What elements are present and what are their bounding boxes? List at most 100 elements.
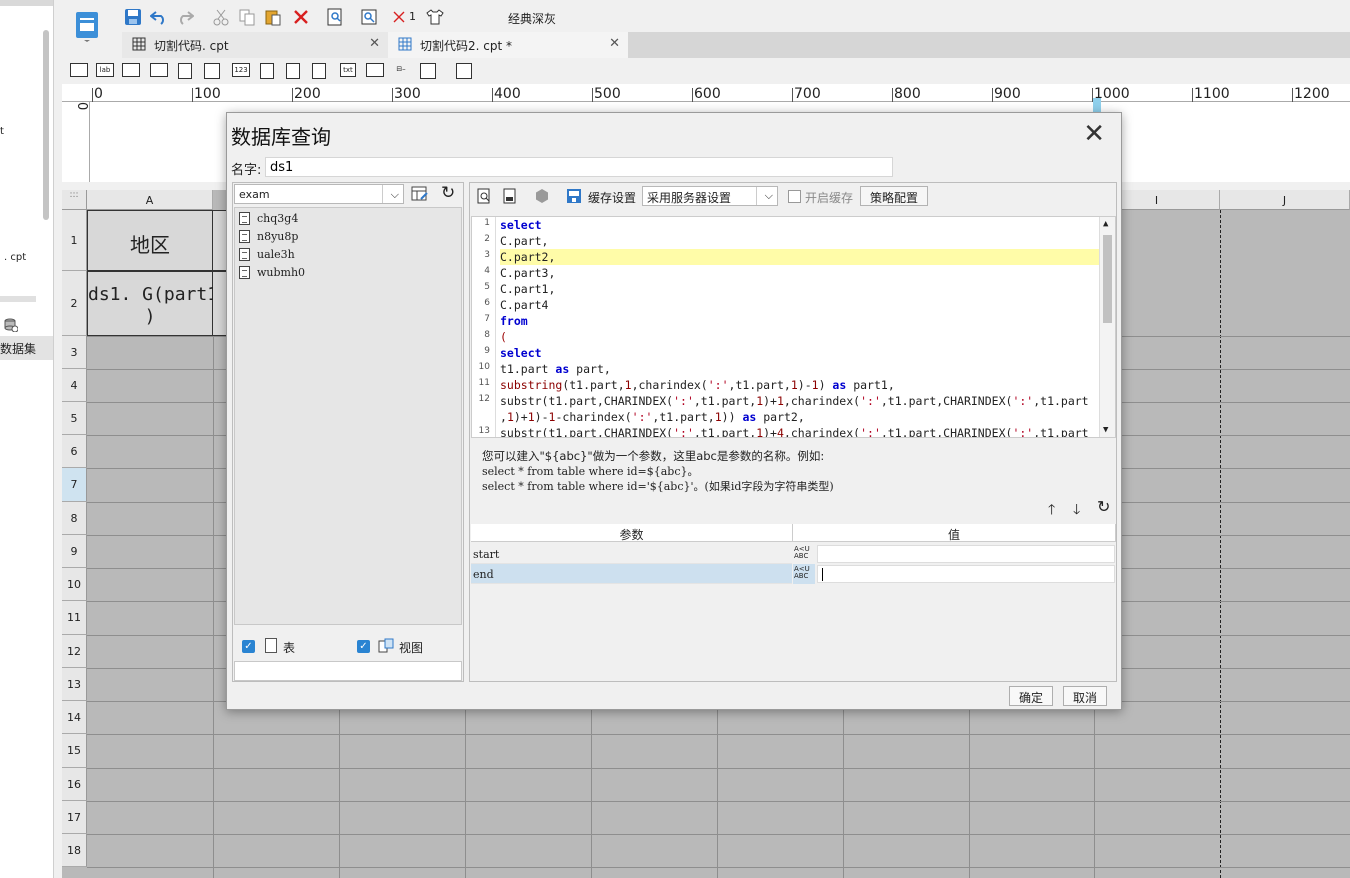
clear-icon[interactable] [390,8,408,26]
tab-template-2[interactable]: 切割代码2. cpt * ✕ [388,32,628,58]
template-file-fragment[interactable]: . cpt [4,252,26,263]
copy-icon[interactable] [238,8,256,26]
preview-icon[interactable] [476,188,492,204]
combo-widget-icon[interactable] [150,63,168,77]
table-list[interactable]: chq3g4 n8yu8p uale3h wubmh0 [234,207,462,625]
row-header[interactable]: 8 [62,502,87,535]
preview-icon[interactable] [326,8,344,26]
textarea-widget-icon[interactable]: txt [340,63,356,77]
show-views-label: 视图 [399,641,424,655]
template-menu-icon[interactable] [74,10,100,42]
show-views-checkbox[interactable]: ✓ [357,640,370,653]
button-widget-icon[interactable] [366,63,384,77]
row-header[interactable]: 17 [62,801,87,834]
radio-widget-icon[interactable] [286,63,300,79]
cancel-button[interactable]: 取消 [1063,686,1107,706]
table-row[interactable]: end A<U ABC [471,564,1116,584]
row-header[interactable]: 1 [62,210,87,271]
scrollbar-thumb[interactable] [1103,235,1112,323]
row-header[interactable]: 13 [62,668,87,701]
enable-cache-checkbox[interactable] [788,190,801,203]
row-header[interactable]: 5 [62,402,87,435]
row-header[interactable]: 6 [62,435,87,468]
scroll-up-icon[interactable]: ▲ [1103,219,1108,229]
param-value-input[interactable] [817,545,1115,563]
tab-template-1[interactable]: 切割代码. cpt ✕ [122,32,388,58]
dataset-name-input[interactable] [265,157,893,177]
show-tables-checkbox[interactable]: ✓ [242,640,255,653]
row-header[interactable]: 7 [62,468,87,502]
text-type-icon[interactable]: A<U ABC [793,564,815,584]
label-widget-icon[interactable]: lab [96,63,114,77]
input-widget-icon[interactable] [122,63,140,77]
close-icon[interactable]: ✕ [609,36,620,51]
left-panel-scrollbar[interactable] [43,30,49,220]
row-header[interactable]: 18 [62,834,87,867]
tree-widget-icon[interactable] [420,63,436,79]
frame-widget-icon[interactable] [178,63,192,79]
row-header[interactable]: 9 [62,535,87,568]
row-header[interactable]: 15 [62,734,87,768]
close-icon[interactable]: ✕ [1083,119,1105,149]
list-widget-icon[interactable] [260,63,274,79]
column-header-a[interactable]: A [87,190,213,210]
sql-editor-scrollbar[interactable]: ▲ ▼ [1099,217,1115,437]
refresh-icon[interactable]: ↻ [441,183,455,203]
find-icon[interactable] [360,8,378,26]
dataset-tab[interactable]: 数据集 [0,336,53,360]
row-header[interactable]: 11 [62,601,87,635]
redo-icon[interactable] [176,8,194,26]
scroll-down-icon[interactable]: ▼ [1103,425,1108,435]
row-header[interactable]: 14 [62,701,87,734]
edit-connection-icon[interactable] [411,186,429,202]
cache-mode-select[interactable]: 采用服务器设置 ⌵ [642,186,778,206]
theme-label[interactable]: 经典深灰 [508,10,556,27]
row-header[interactable]: 12 [62,635,87,668]
checkbox-widget-icon[interactable] [312,63,326,79]
policy-config-button[interactable]: 策略配置 [860,186,928,206]
ok-button[interactable]: 确定 [1009,686,1053,706]
text-type-icon[interactable]: A<U ABC [793,544,815,564]
table-filter-input[interactable] [234,661,462,681]
table-row[interactable]: start A<U ABC [471,544,1116,564]
delete-icon[interactable] [292,8,310,26]
stop-icon[interactable] [534,188,550,204]
list-item[interactable]: n8yu8p [237,228,298,246]
arrow-up-icon[interactable]: 🡑 [1048,499,1055,523]
template-list-fragment[interactable]: t [0,126,4,137]
close-icon[interactable]: ✕ [369,36,380,51]
more-widgets-icon[interactable] [456,63,472,79]
list-item[interactable]: chq3g4 [237,210,298,228]
row-header[interactable]: 10 [62,568,87,601]
text-box-widget-icon[interactable] [70,63,88,77]
refresh-icon[interactable]: ↻ [1097,497,1110,516]
database-select[interactable]: exam ⌵ [234,184,404,204]
row-header[interactable]: 2 [62,271,87,336]
cell-b1[interactable] [213,210,227,271]
save-icon[interactable] [124,8,142,26]
sql-format-icon[interactable] [502,188,518,204]
paste-icon[interactable] [264,8,282,26]
number-widget-icon[interactable]: 123 [232,63,250,77]
cell-a2[interactable]: ds1. G(part1 ) [87,271,218,336]
row-header[interactable]: 16 [62,768,87,801]
arrow-down-icon[interactable]: 🡓 [1073,499,1080,523]
panel-splitter[interactable] [0,296,36,302]
table-widget-icon[interactable] [204,63,220,79]
list-item[interactable]: uale3h [237,246,295,264]
column-header-j[interactable]: J [1220,190,1350,210]
param-value-input-active[interactable] [817,565,1115,583]
sql-editor[interactable]: 1 2 3 4 5 6 7 8 9 10 11 12 13 select C.p… [471,216,1116,438]
toggle-widget-icon[interactable]: ⊟– [392,63,410,77]
cell-a1[interactable]: 地区 [87,210,213,271]
query-editor-pane: 缓存设置 采用服务器设置 ⌵ 开启缓存 策略配置 1 2 3 4 5 6 7 8… [469,182,1117,682]
row-header[interactable]: 4 [62,369,87,402]
page-width-marker[interactable] [1093,98,1101,112]
cell-b2[interactable] [213,271,227,336]
cut-icon[interactable] [212,8,230,26]
undo-icon[interactable] [150,8,168,26]
list-item[interactable]: wubmh0 [237,264,305,282]
theme-shirt-icon[interactable] [426,8,444,26]
grid-corner[interactable]: ::: [62,190,87,210]
row-header[interactable]: 3 [62,336,87,369]
